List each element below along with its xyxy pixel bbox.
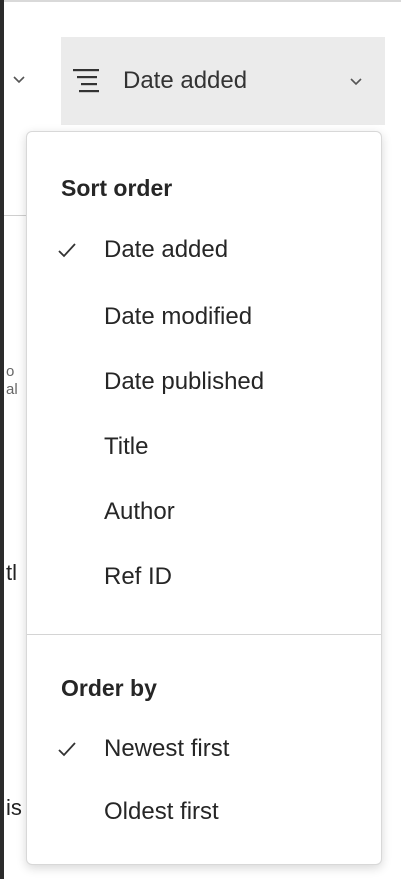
menu-item-date-modified[interactable]: Date modified: [27, 292, 381, 342]
checkmark-icon: [58, 742, 76, 757]
menu-item-ref-id[interactable]: Ref ID: [27, 552, 381, 602]
sort-order-heading: Sort order: [61, 175, 173, 201]
menu-item-title[interactable]: Title: [27, 422, 381, 472]
menu-item-author[interactable]: Author: [27, 487, 381, 537]
menu-item-label: Oldest first: [104, 798, 219, 825]
sort-lines-icon: [73, 69, 99, 93]
window-left-border: [0, 0, 4, 879]
chevron-down-icon: [349, 74, 363, 88]
checkmark-icon: [58, 243, 76, 258]
menu-item-date-added[interactable]: Date added: [27, 225, 381, 275]
background-text-fragment: tl: [6, 560, 17, 585]
order-by-heading: Order by: [61, 675, 157, 701]
menu-divider: [27, 634, 381, 635]
sort-dropdown-button[interactable]: Date added: [61, 37, 385, 125]
menu-item-label: Ref ID: [104, 563, 173, 590]
menu-item-oldest-first[interactable]: Oldest first: [27, 787, 381, 837]
sort-button-label: Date added: [123, 67, 248, 94]
window-top-border: [0, 0, 401, 2]
background-text-fragment: o: [6, 363, 15, 380]
menu-item-label: Date modified: [104, 303, 253, 330]
menu-item-label: Title: [104, 433, 149, 460]
menu-item-label: Date added: [104, 236, 229, 263]
menu-item-date-published[interactable]: Date published: [27, 357, 381, 407]
background-text-fragment: al: [6, 381, 18, 398]
chevron-down-icon[interactable]: [12, 72, 26, 86]
menu-item-label: Author: [104, 498, 175, 525]
background-divider: [4, 215, 26, 216]
menu-item-label: Date published: [104, 368, 265, 395]
menu-item-label: Newest first: [104, 735, 230, 762]
background-text-fragment: is: [6, 795, 22, 820]
menu-item-newest-first[interactable]: Newest first: [27, 724, 381, 774]
sort-menu: Sort order Date added Date modified Date…: [26, 131, 382, 865]
